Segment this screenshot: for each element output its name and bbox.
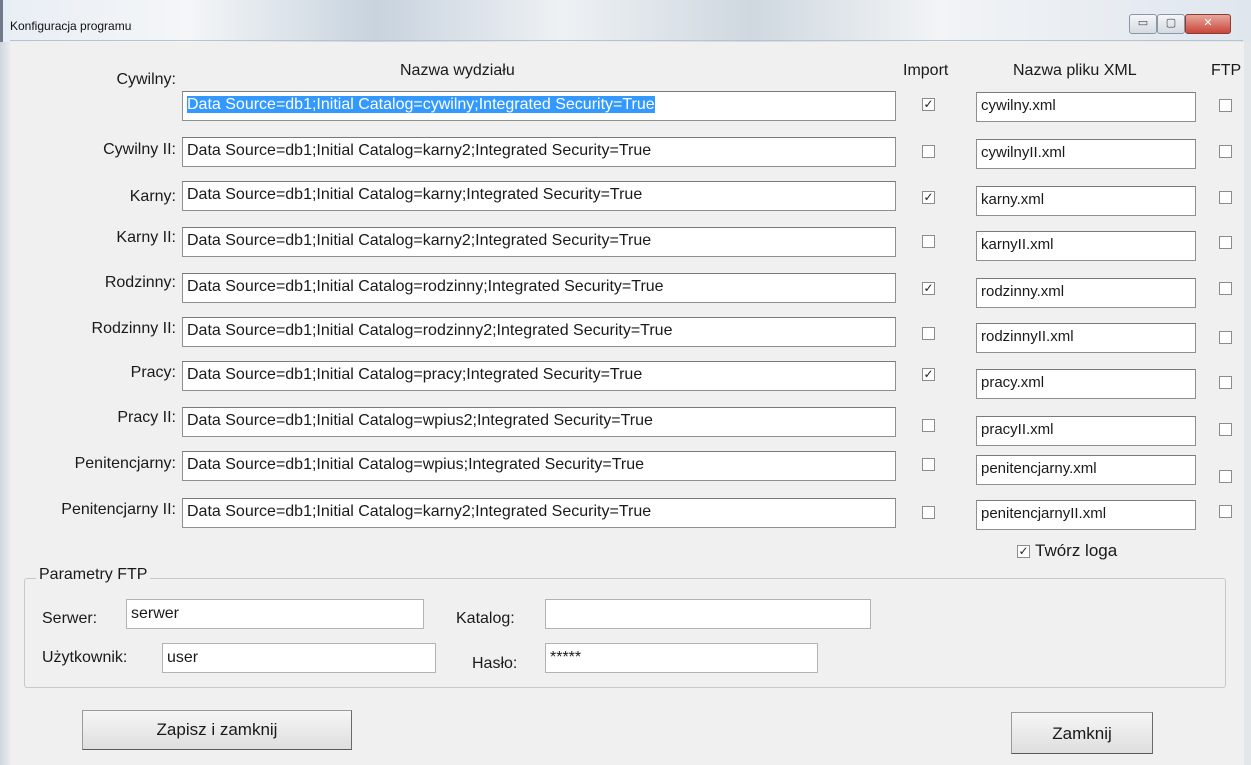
import-checkbox[interactable]	[922, 419, 935, 432]
window-frame-right	[1244, 42, 1251, 765]
row-label: Rodzinny II:	[91, 320, 176, 337]
ftp-checkbox[interactable]	[1219, 191, 1232, 204]
ftp-checkbox[interactable]	[1219, 99, 1232, 112]
ftp-checkbox[interactable]	[1219, 423, 1232, 436]
maximize-icon: ▢	[1165, 17, 1177, 29]
connection-string-input[interactable]: Data Source=db1;Initial Catalog=rodzinny…	[182, 317, 896, 347]
import-checkbox[interactable]	[922, 458, 935, 471]
row-label: Karny:	[129, 188, 176, 205]
import-checkbox[interactable]	[922, 327, 935, 340]
ftp-checkbox[interactable]	[1219, 236, 1232, 249]
xml-filename-input[interactable]: penitencjarny.xml	[976, 455, 1196, 485]
ftp-group-legend: Parametry FTP	[36, 566, 151, 584]
import-checkbox[interactable]: ✓	[922, 98, 935, 111]
row-label: Penitencjarny II:	[61, 501, 176, 518]
save-and-close-button[interactable]: Zapisz i zamknij	[82, 710, 352, 750]
close-icon: ✕	[1203, 17, 1213, 29]
create-logs-label: Twórz loga	[1035, 541, 1118, 560]
connection-string-input[interactable]: Data Source=db1;Initial Catalog=rodzinny…	[182, 273, 896, 303]
ftp-checkbox[interactable]	[1219, 505, 1232, 518]
ftp-checkbox[interactable]	[1219, 145, 1232, 158]
ftp-checkbox[interactable]	[1219, 376, 1232, 389]
connection-string-input[interactable]: Data Source=db1;Initial Catalog=wpius2;I…	[182, 407, 896, 437]
xml-filename-input[interactable]: rodzinny.xml	[976, 278, 1196, 308]
connection-string-input[interactable]: Data Source=db1;Initial Catalog=cywilny;…	[182, 91, 896, 121]
xml-filename-input[interactable]: karny.xml	[976, 186, 1196, 216]
header-ftp: FTP	[1211, 62, 1242, 79]
ftp-checkbox[interactable]	[1219, 470, 1232, 483]
ftp-user-input[interactable]: user	[162, 643, 436, 673]
xml-filename-input[interactable]: cywilnyII.xml	[976, 139, 1196, 169]
row-label: Pracy:	[130, 364, 176, 381]
import-checkbox[interactable]	[922, 506, 935, 519]
ftp-catalog-label: Katalog:	[456, 610, 515, 627]
xml-filename-input[interactable]: penitencjarnyII.xml	[976, 500, 1196, 530]
title-bar[interactable]	[0, 0, 1251, 42]
row-label: Penitencjarny:	[74, 455, 176, 472]
import-checkbox[interactable]	[922, 235, 935, 248]
create-logs-checkbox[interactable]: ✓	[1017, 545, 1030, 558]
row-label: Cywilny:	[116, 71, 176, 88]
row-label: Karny II:	[116, 229, 176, 246]
import-checkbox[interactable]: ✓	[922, 368, 935, 381]
xml-filename-input[interactable]: karnyII.xml	[976, 231, 1196, 261]
connection-string-input[interactable]: Data Source=db1;Initial Catalog=karny;In…	[182, 181, 896, 211]
ftp-user-label: Użytkownik:	[42, 649, 128, 666]
selected-text: Data Source=db1;Initial Catalog=cywilny;…	[187, 96, 655, 113]
header-department-name: Nazwa wydziału	[400, 62, 515, 79]
window-title: Konfiguracja programu	[10, 19, 132, 33]
ftp-catalog-input[interactable]	[545, 599, 871, 629]
close-button[interactable]: Zamknij	[1011, 712, 1153, 754]
connection-string-input[interactable]: Data Source=db1;Initial Catalog=pracy;In…	[182, 361, 896, 391]
row-label: Pracy II:	[117, 409, 176, 426]
minimize-icon: ▭	[1137, 17, 1149, 29]
import-checkbox[interactable]	[922, 145, 935, 158]
ftp-server-input[interactable]: serwer	[126, 599, 424, 629]
xml-filename-input[interactable]: pracyII.xml	[976, 416, 1196, 446]
xml-filename-input[interactable]: rodzinnyII.xml	[976, 323, 1196, 353]
ftp-checkbox[interactable]	[1219, 331, 1232, 344]
ftp-checkbox[interactable]	[1219, 282, 1232, 295]
connection-string-input[interactable]: Data Source=db1;Initial Catalog=wpius;In…	[182, 451, 896, 481]
minimize-button[interactable]: ▭	[1129, 14, 1157, 34]
ftp-password-input[interactable]: *****	[545, 643, 818, 673]
import-checkbox[interactable]: ✓	[922, 282, 935, 295]
connection-string-input[interactable]: Data Source=db1;Initial Catalog=karny2;I…	[182, 137, 896, 167]
connection-string-input[interactable]: Data Source=db1;Initial Catalog=karny2;I…	[182, 227, 896, 257]
ftp-server-label: Serwer:	[42, 610, 98, 627]
row-label: Rodzinny:	[104, 274, 176, 291]
import-checkbox[interactable]: ✓	[922, 191, 935, 204]
row-label: Cywilny II:	[103, 141, 176, 158]
maximize-button[interactable]: ▢	[1157, 14, 1185, 34]
header-import: Import	[903, 62, 949, 79]
ftp-password-label: Hasło:	[472, 655, 518, 672]
xml-filename-input[interactable]: cywilny.xml	[976, 92, 1196, 122]
header-xml-file: Nazwa pliku XML	[1013, 62, 1137, 79]
connection-string-input[interactable]: Data Source=db1;Initial Catalog=karny2;I…	[182, 498, 896, 528]
close-window-button[interactable]: ✕	[1185, 14, 1231, 34]
xml-filename-input[interactable]: pracy.xml	[976, 369, 1196, 399]
